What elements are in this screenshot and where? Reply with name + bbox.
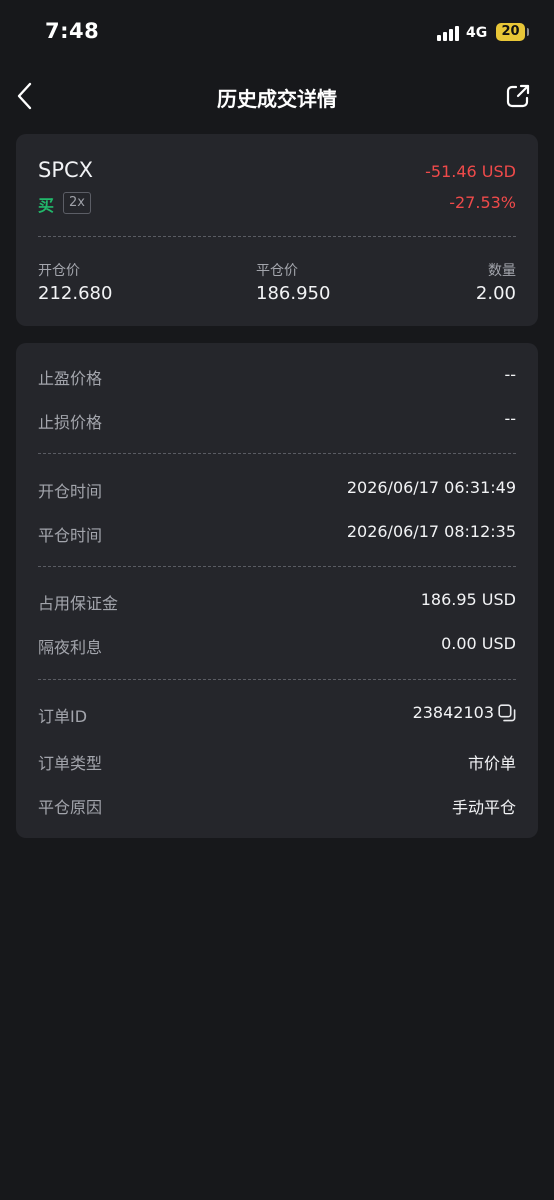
status-time: 7:48	[45, 19, 100, 43]
dashed-divider	[38, 453, 516, 454]
stop-loss-row: 止损价格 --	[38, 409, 516, 433]
copy-glyph	[498, 704, 516, 722]
overnight-interest-value: 0.00 USD	[441, 634, 516, 653]
overnight-interest-label: 隔夜利息	[38, 638, 103, 657]
open-time-value: 2026/06/17 06:31:49	[346, 478, 516, 497]
take-profit-label: 止盈价格	[38, 369, 103, 388]
overnight-interest-row: 隔夜利息 0.00 USD	[38, 634, 516, 658]
order-id-label: 订单ID	[38, 707, 88, 726]
stop-loss-label: 止损价格	[38, 413, 103, 432]
open-price-label: 开仓价	[38, 263, 80, 279]
order-type-label: 订单类型	[38, 754, 103, 773]
symbol-name: SPCX	[38, 158, 94, 182]
battery-cap	[527, 28, 529, 36]
trade-details-card: 止盈价格 -- 止损价格 -- 开仓时间 2026/06/17 06:31:49…	[16, 343, 538, 838]
close-time-value: 2026/06/17 08:12:35	[346, 522, 516, 541]
share-external-icon	[506, 84, 530, 108]
close-reason-label: 平仓原因	[38, 798, 103, 817]
page-title: 历史成交详情	[217, 87, 337, 111]
share-button[interactable]	[504, 82, 532, 110]
take-profit-row: 止盈价格 --	[38, 365, 516, 389]
open-time-row: 开仓时间 2026/06/17 06:31:49	[38, 478, 516, 502]
dashed-divider	[38, 566, 516, 567]
margin-value: 186.95 USD	[420, 590, 516, 609]
margin-label: 占用保证金	[38, 594, 119, 613]
cellular-signal-icon	[437, 25, 463, 41]
close-time-label: 平仓时间	[38, 526, 103, 545]
order-id-value: 23842103	[412, 703, 494, 722]
close-price-value: 186.950	[256, 283, 331, 304]
battery-icon: 20	[496, 23, 525, 41]
pnl-percent: -27.53%	[449, 193, 516, 212]
close-price-label: 平仓价	[256, 263, 298, 279]
trade-summary-card: SPCX 买 2x -51.46 USD -27.53% 开仓价 212.680…	[16, 134, 538, 326]
dashed-divider	[38, 236, 516, 237]
network-type: 4G	[466, 25, 488, 41]
close-reason-value: 手动平仓	[451, 798, 516, 817]
close-time-row: 平仓时间 2026/06/17 08:12:35	[38, 522, 516, 546]
copy-icon[interactable]	[498, 704, 516, 722]
stop-loss-value: --	[504, 409, 516, 428]
nav-bar: 历史成交详情	[0, 64, 554, 128]
open-time-label: 开仓时间	[38, 482, 103, 501]
pnl-amount: -51.46 USD	[425, 162, 516, 181]
open-price-value: 212.680	[38, 283, 113, 304]
order-type-row: 订单类型 市价单	[38, 750, 516, 774]
quantity-label: 数量	[488, 263, 516, 279]
leverage-badge: 2x	[63, 192, 91, 214]
trade-side-label: 买	[38, 196, 55, 215]
status-bar: 7:48 4G 20	[0, 0, 554, 64]
close-reason-row: 平仓原因 手动平仓	[38, 794, 516, 818]
order-type-value: 市价单	[467, 754, 516, 773]
quantity-value: 2.00	[475, 283, 516, 304]
order-id-row: 订单ID 23842103	[38, 703, 516, 727]
take-profit-value: --	[504, 365, 516, 384]
dashed-divider	[38, 679, 516, 680]
margin-row: 占用保证金 186.95 USD	[38, 590, 516, 614]
